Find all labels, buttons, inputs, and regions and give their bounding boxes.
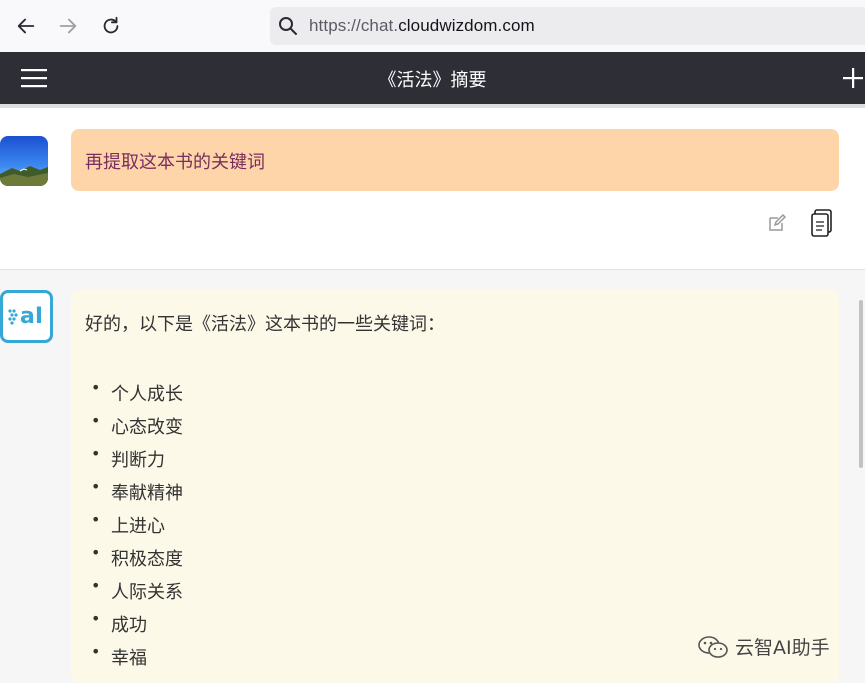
list-item: 成功	[91, 609, 183, 644]
browser-toolbar: https://chat.cloudwizdom.com	[0, 0, 865, 52]
app-header: 《活法》摘要	[0, 52, 865, 104]
reload-icon[interactable]	[99, 14, 123, 38]
list-item: 人际关系	[91, 576, 183, 611]
list-item: 上进心	[91, 510, 183, 545]
ai-message-row: aI 好的，以下是《活法》这本书的一些关键词： 个人成长 心态改变 判断力 奉献…	[0, 270, 865, 683]
url-text: https://chat.cloudwizdom.com	[309, 16, 535, 36]
user-message-bubble: 再提取这本书的关键词	[71, 129, 839, 191]
keyword-list: 个人成长 心态改变 判断力 奉献精神 上进心 积极态度 人际关系 成功 幸福	[91, 378, 183, 677]
url-prefix: https://chat.	[309, 16, 399, 35]
ai-message-bubble: 好的，以下是《活法》这本书的一些关键词： 个人成长 心态改变 判断力 奉献精神 …	[71, 290, 839, 683]
copy-icon[interactable]	[810, 208, 834, 238]
url-domain: cloudwizdom.com	[398, 16, 535, 35]
list-item: 心态改变	[91, 411, 183, 446]
scrollbar[interactable]	[859, 300, 863, 468]
list-item: 积极态度	[91, 543, 183, 578]
address-bar[interactable]: https://chat.cloudwizdom.com	[270, 7, 865, 45]
plus-icon[interactable]	[842, 67, 864, 89]
watermark: 云智AI助手	[697, 633, 830, 660]
watermark-text: 云智AI助手	[735, 637, 830, 659]
search-icon	[279, 17, 297, 35]
edit-icon[interactable]	[767, 213, 787, 233]
list-item: 个人成长	[91, 378, 183, 413]
user-message-row: 再提取这本书的关键词	[0, 104, 865, 270]
ai-logo-icon: aI	[0, 290, 53, 343]
wechat-icon	[698, 635, 728, 658]
list-item: 判断力	[91, 444, 183, 479]
list-item: 奉献精神	[91, 477, 183, 512]
page-title: 《活法》摘要	[378, 70, 487, 91]
list-item: 幸福	[91, 642, 183, 677]
back-arrow-icon[interactable]	[14, 14, 38, 38]
user-avatar	[0, 136, 48, 186]
ai-intro-text: 好的，以下是《活法》这本书的一些关键词：	[85, 314, 445, 335]
user-message-text: 再提取这本书的关键词	[85, 152, 265, 173]
forward-arrow-icon[interactable]	[56, 14, 80, 38]
